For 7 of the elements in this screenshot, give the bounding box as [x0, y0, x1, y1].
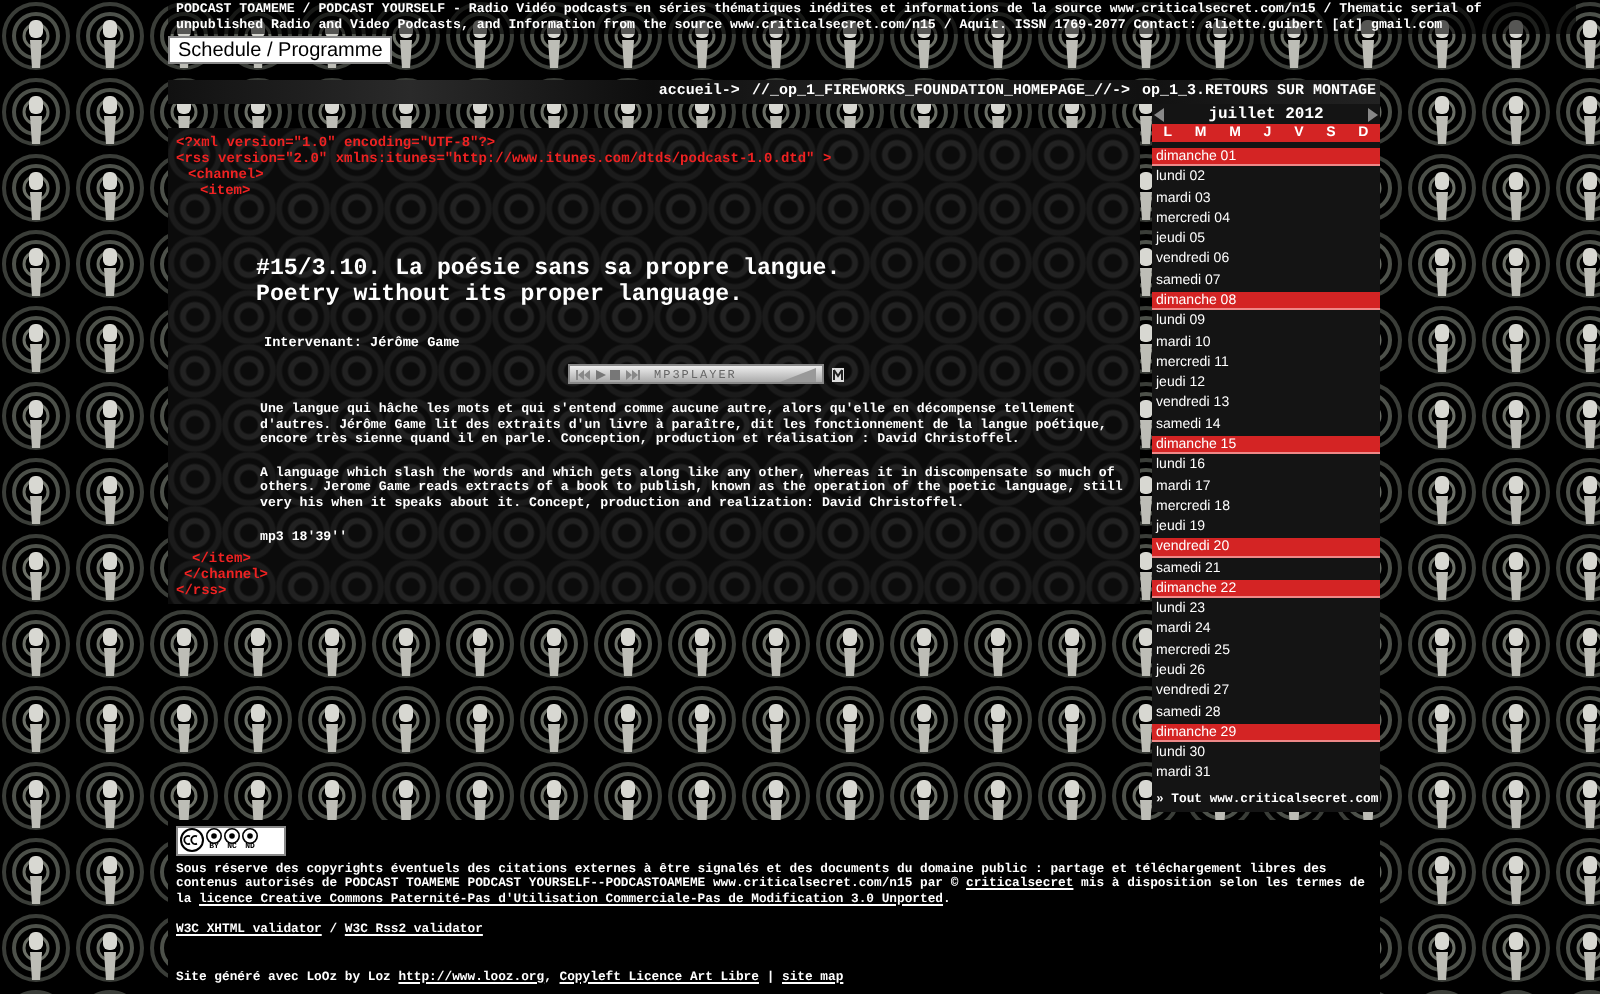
schedule-button[interactable]: Schedule / Programme [168, 36, 393, 64]
cc-icon [180, 828, 204, 853]
calendar-month: juillet 2012 [1208, 105, 1324, 123]
next-month-icon[interactable] [1367, 107, 1378, 121]
episode-title: #15/3.10. La poésie sans sa propre langue. [256, 256, 843, 282]
previous-month-icon[interactable] [1154, 107, 1164, 121]
episode-title: Poetry without its proper language. [256, 282, 746, 308]
